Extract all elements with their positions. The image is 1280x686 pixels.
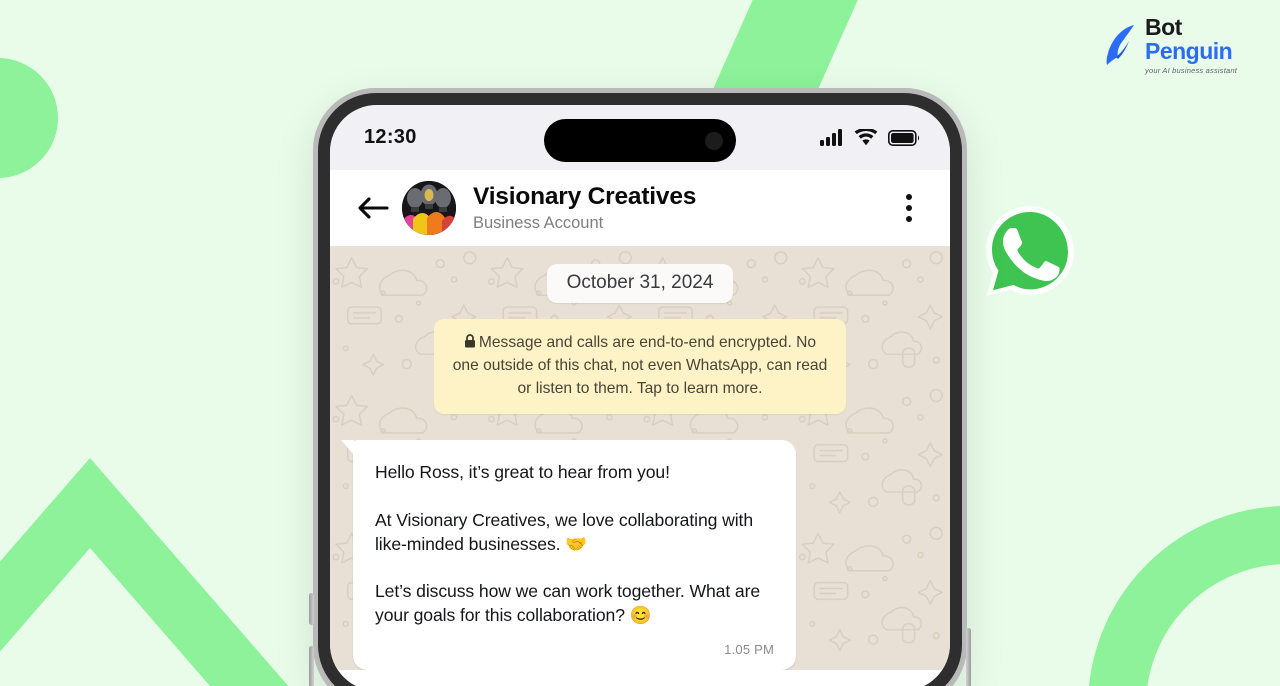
overflow-menu-icon [906, 216, 912, 222]
back-button[interactable] [352, 187, 394, 229]
phone-mute-switch[interactable] [309, 593, 314, 625]
wifi-icon [854, 129, 878, 146]
phone-volume-up-button[interactable] [309, 646, 314, 686]
chat-header-text: Visionary Creatives Business Account [473, 183, 696, 232]
overflow-menu-icon [906, 194, 912, 200]
message-timestamp: 1.05 PM [724, 642, 774, 658]
chat-message-area: October 31, 2024 Message and calls are e… [330, 246, 950, 671]
botpenguin-logo: Bot Penguin your AI business assistant [1104, 12, 1254, 78]
phone-bezel: 12:30 Visionary Creatives Business Accou… [318, 93, 962, 686]
message-row-incoming: Hello Ross, it’s great to hear from you!… [330, 439, 950, 671]
lock-icon [464, 334, 475, 348]
front-camera-icon [705, 131, 723, 150]
decorative-chevron [0, 458, 289, 686]
message-paragraph: Hello Ross, it’s great to hear from you! [375, 461, 670, 482]
message-paragraph: Let’s discuss how we can work together. … [375, 581, 761, 626]
logo-text-penguin: Penguin [1145, 37, 1233, 64]
encryption-notice[interactable]: Message and calls are end-to-end encrypt… [434, 319, 846, 414]
date-divider-row: October 31, 2024 [330, 264, 950, 303]
overflow-menu-icon [906, 205, 912, 211]
status-bar-clock: 12:30 [364, 126, 417, 148]
chat-header: Visionary Creatives Business Account [330, 170, 950, 246]
phone-mockup: 12:30 Visionary Creatives Business Accou… [309, 88, 971, 686]
avatar-image [402, 181, 456, 235]
encryption-notice-row: Message and calls are end-to-end encrypt… [330, 319, 950, 414]
status-bar: 12:30 [330, 105, 950, 170]
cellular-signal-icon [820, 129, 842, 146]
logo-text-bot: Bot [1145, 13, 1182, 40]
decorative-circle-left [0, 58, 58, 178]
phone-screen: 12:30 Visionary Creatives Business Accou… [330, 105, 950, 686]
penguin-icon [1106, 25, 1134, 65]
phone-power-button[interactable] [966, 628, 971, 686]
back-arrow-icon [358, 197, 389, 219]
date-divider: October 31, 2024 [546, 264, 734, 303]
battery-icon [888, 129, 920, 146]
avatar[interactable] [402, 181, 456, 235]
chat-subtitle: Business Account [473, 213, 604, 232]
message-paragraph: At Visionary Creatives, we love collabor… [375, 509, 754, 554]
overflow-menu-button[interactable] [892, 187, 926, 229]
decorative-ring-right [1088, 506, 1280, 686]
whatsapp-logo-icon [986, 206, 1074, 296]
status-bar-icons [820, 129, 920, 146]
chat-title: Visionary Creatives [473, 183, 697, 211]
dynamic-island [544, 119, 736, 162]
message-bubble[interactable]: Hello Ross, it’s great to hear from you!… [341, 439, 796, 671]
encryption-notice-text: Message and calls are end-to-end encrypt… [452, 334, 828, 398]
logo-tagline: your AI business assistant [1145, 65, 1238, 75]
